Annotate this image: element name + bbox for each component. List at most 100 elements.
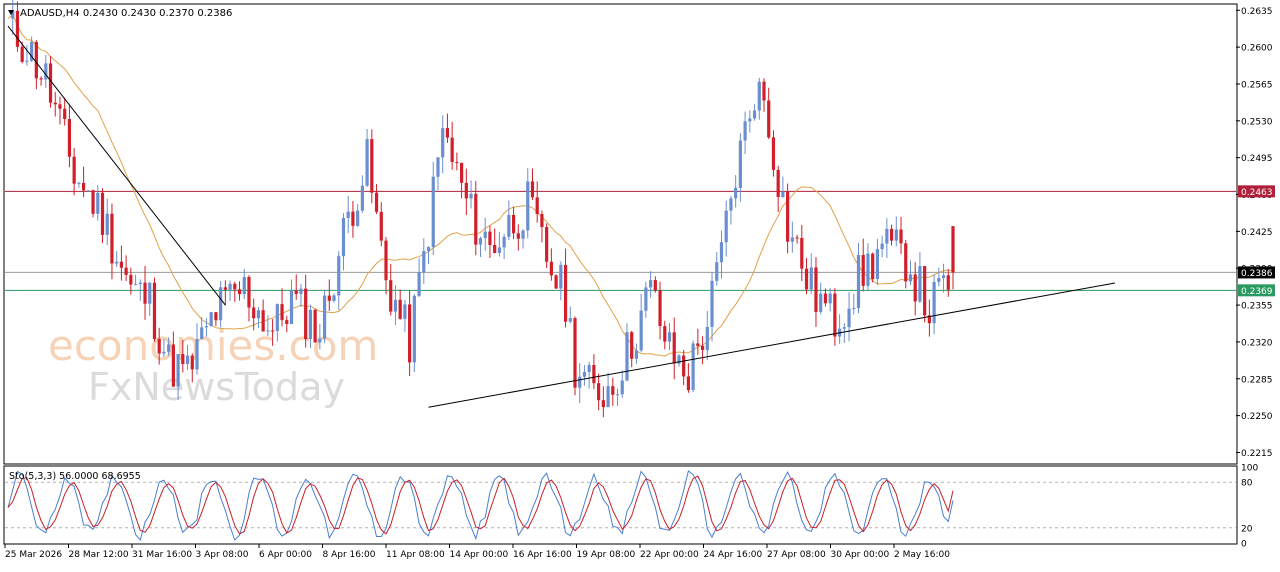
candle-body: [58, 104, 62, 109]
candle-body: [625, 332, 629, 381]
candle-body: [483, 231, 487, 239]
candle-body: [563, 264, 568, 322]
candle-body: [521, 230, 525, 239]
candle-body: [809, 267, 813, 290]
candle-body: [403, 304, 407, 319]
candle-body: [615, 394, 620, 396]
candle-body: [776, 169, 780, 197]
price-tick-label: 0.2285: [1241, 375, 1273, 385]
candle-body: [814, 267, 818, 312]
level-label-current: 0.2386: [1241, 269, 1273, 279]
candle-body: [748, 118, 752, 122]
candle-body: [256, 310, 261, 319]
candle-body: [455, 162, 459, 164]
candle-body: [866, 253, 870, 286]
candle-body: [91, 190, 95, 214]
candle-body: [601, 400, 605, 408]
candle-body: [530, 181, 535, 198]
time-tick-label: 11 Apr 08:00: [386, 550, 445, 560]
candle-body: [842, 327, 846, 329]
candle-body: [908, 274, 913, 282]
candle-body: [918, 266, 922, 302]
time-tick-label: 16 Apr 16:00: [513, 550, 572, 560]
candle-body: [573, 318, 577, 388]
candle-body: [67, 118, 72, 157]
stoch-axis: 100 80 20 0: [1241, 464, 1258, 550]
candle-body: [313, 309, 317, 343]
candle-body: [568, 318, 572, 322]
candle-body: [734, 187, 738, 199]
candle-body: [261, 310, 265, 332]
candle-body: [923, 266, 927, 316]
candle-body: [885, 228, 889, 244]
candle-body: [502, 236, 506, 248]
candle-body: [450, 137, 454, 163]
candle-body: [299, 288, 303, 295]
candle-body: [39, 78, 43, 80]
time-tick-label: 22 Apr 00:00: [640, 550, 699, 560]
candle-body: [148, 282, 152, 304]
candle-body: [100, 192, 105, 235]
candle-body: [162, 351, 166, 354]
candle-body: [795, 237, 799, 239]
candle-body: [82, 182, 86, 191]
candle-body: [181, 354, 185, 364]
stoch-tick-label: 80: [1241, 479, 1253, 489]
candle-body: [781, 191, 785, 197]
candle-body: [696, 343, 700, 346]
price-tick-label: 0.2530: [1241, 117, 1273, 127]
candle-body: [34, 41, 38, 79]
price-tick-label: 0.2355: [1241, 302, 1273, 312]
price-tick-label: 0.2320: [1241, 338, 1273, 348]
candle-body: [200, 327, 204, 339]
candle-body: [559, 264, 563, 289]
candle-body: [346, 211, 350, 218]
chart-window: economies.com FxNewsToday 0.2635 0.2600 0.…: [0, 0, 1280, 567]
stoch-tick-label: 20: [1241, 524, 1253, 534]
time-tick-label: 3 Apr 08:00: [196, 550, 249, 560]
candle-body: [488, 231, 492, 245]
candle-body: [682, 355, 686, 377]
candle-body: [823, 293, 828, 304]
candle-body: [271, 330, 275, 332]
candle-body: [247, 276, 251, 308]
candle-body: [856, 254, 861, 308]
candle-body: [464, 182, 468, 199]
candle-body: [332, 295, 336, 301]
candle-body: [360, 185, 364, 211]
candle-body: [649, 280, 653, 288]
candle-body: [322, 295, 327, 339]
candle-body: [478, 238, 483, 245]
candle-body: [412, 295, 416, 363]
candle-body: [587, 365, 591, 372]
candle-body: [63, 108, 67, 119]
candle-body: [398, 299, 402, 319]
candle-body: [516, 233, 520, 239]
candle-body: [757, 81, 761, 111]
time-tick-label: 30 Apr 00:00: [831, 550, 890, 560]
candle-body: [190, 355, 194, 370]
candle-body: [25, 60, 29, 62]
time-tick-label: 19 Apr 08:00: [577, 550, 636, 560]
candle-body: [379, 211, 383, 241]
candle-body: [351, 211, 355, 226]
level-label-resistance: 0.2463: [1241, 188, 1273, 198]
stoch-tick-label: 0: [1241, 540, 1247, 550]
stoch-tick-label: 100: [1241, 464, 1258, 474]
candle-body: [252, 307, 256, 319]
candle-body: [819, 293, 823, 312]
price-tick-label: 0.2495: [1241, 154, 1273, 164]
candle-body: [474, 193, 478, 245]
candle-body: [195, 338, 199, 370]
candle-body: [582, 371, 587, 377]
candle-body: [422, 251, 426, 273]
candle-body: [280, 304, 284, 321]
time-axis: 25 Mar 2026 28 Mar 12:00 31 Mar 16:00 3 Apr…: [4, 544, 950, 560]
candle-body: [72, 156, 76, 184]
candle-body: [847, 308, 851, 328]
candle-body: [119, 261, 123, 268]
candle-body: [719, 242, 724, 263]
candle-body: [393, 299, 398, 312]
candle-body: [630, 332, 634, 359]
candle-body: [663, 326, 667, 342]
